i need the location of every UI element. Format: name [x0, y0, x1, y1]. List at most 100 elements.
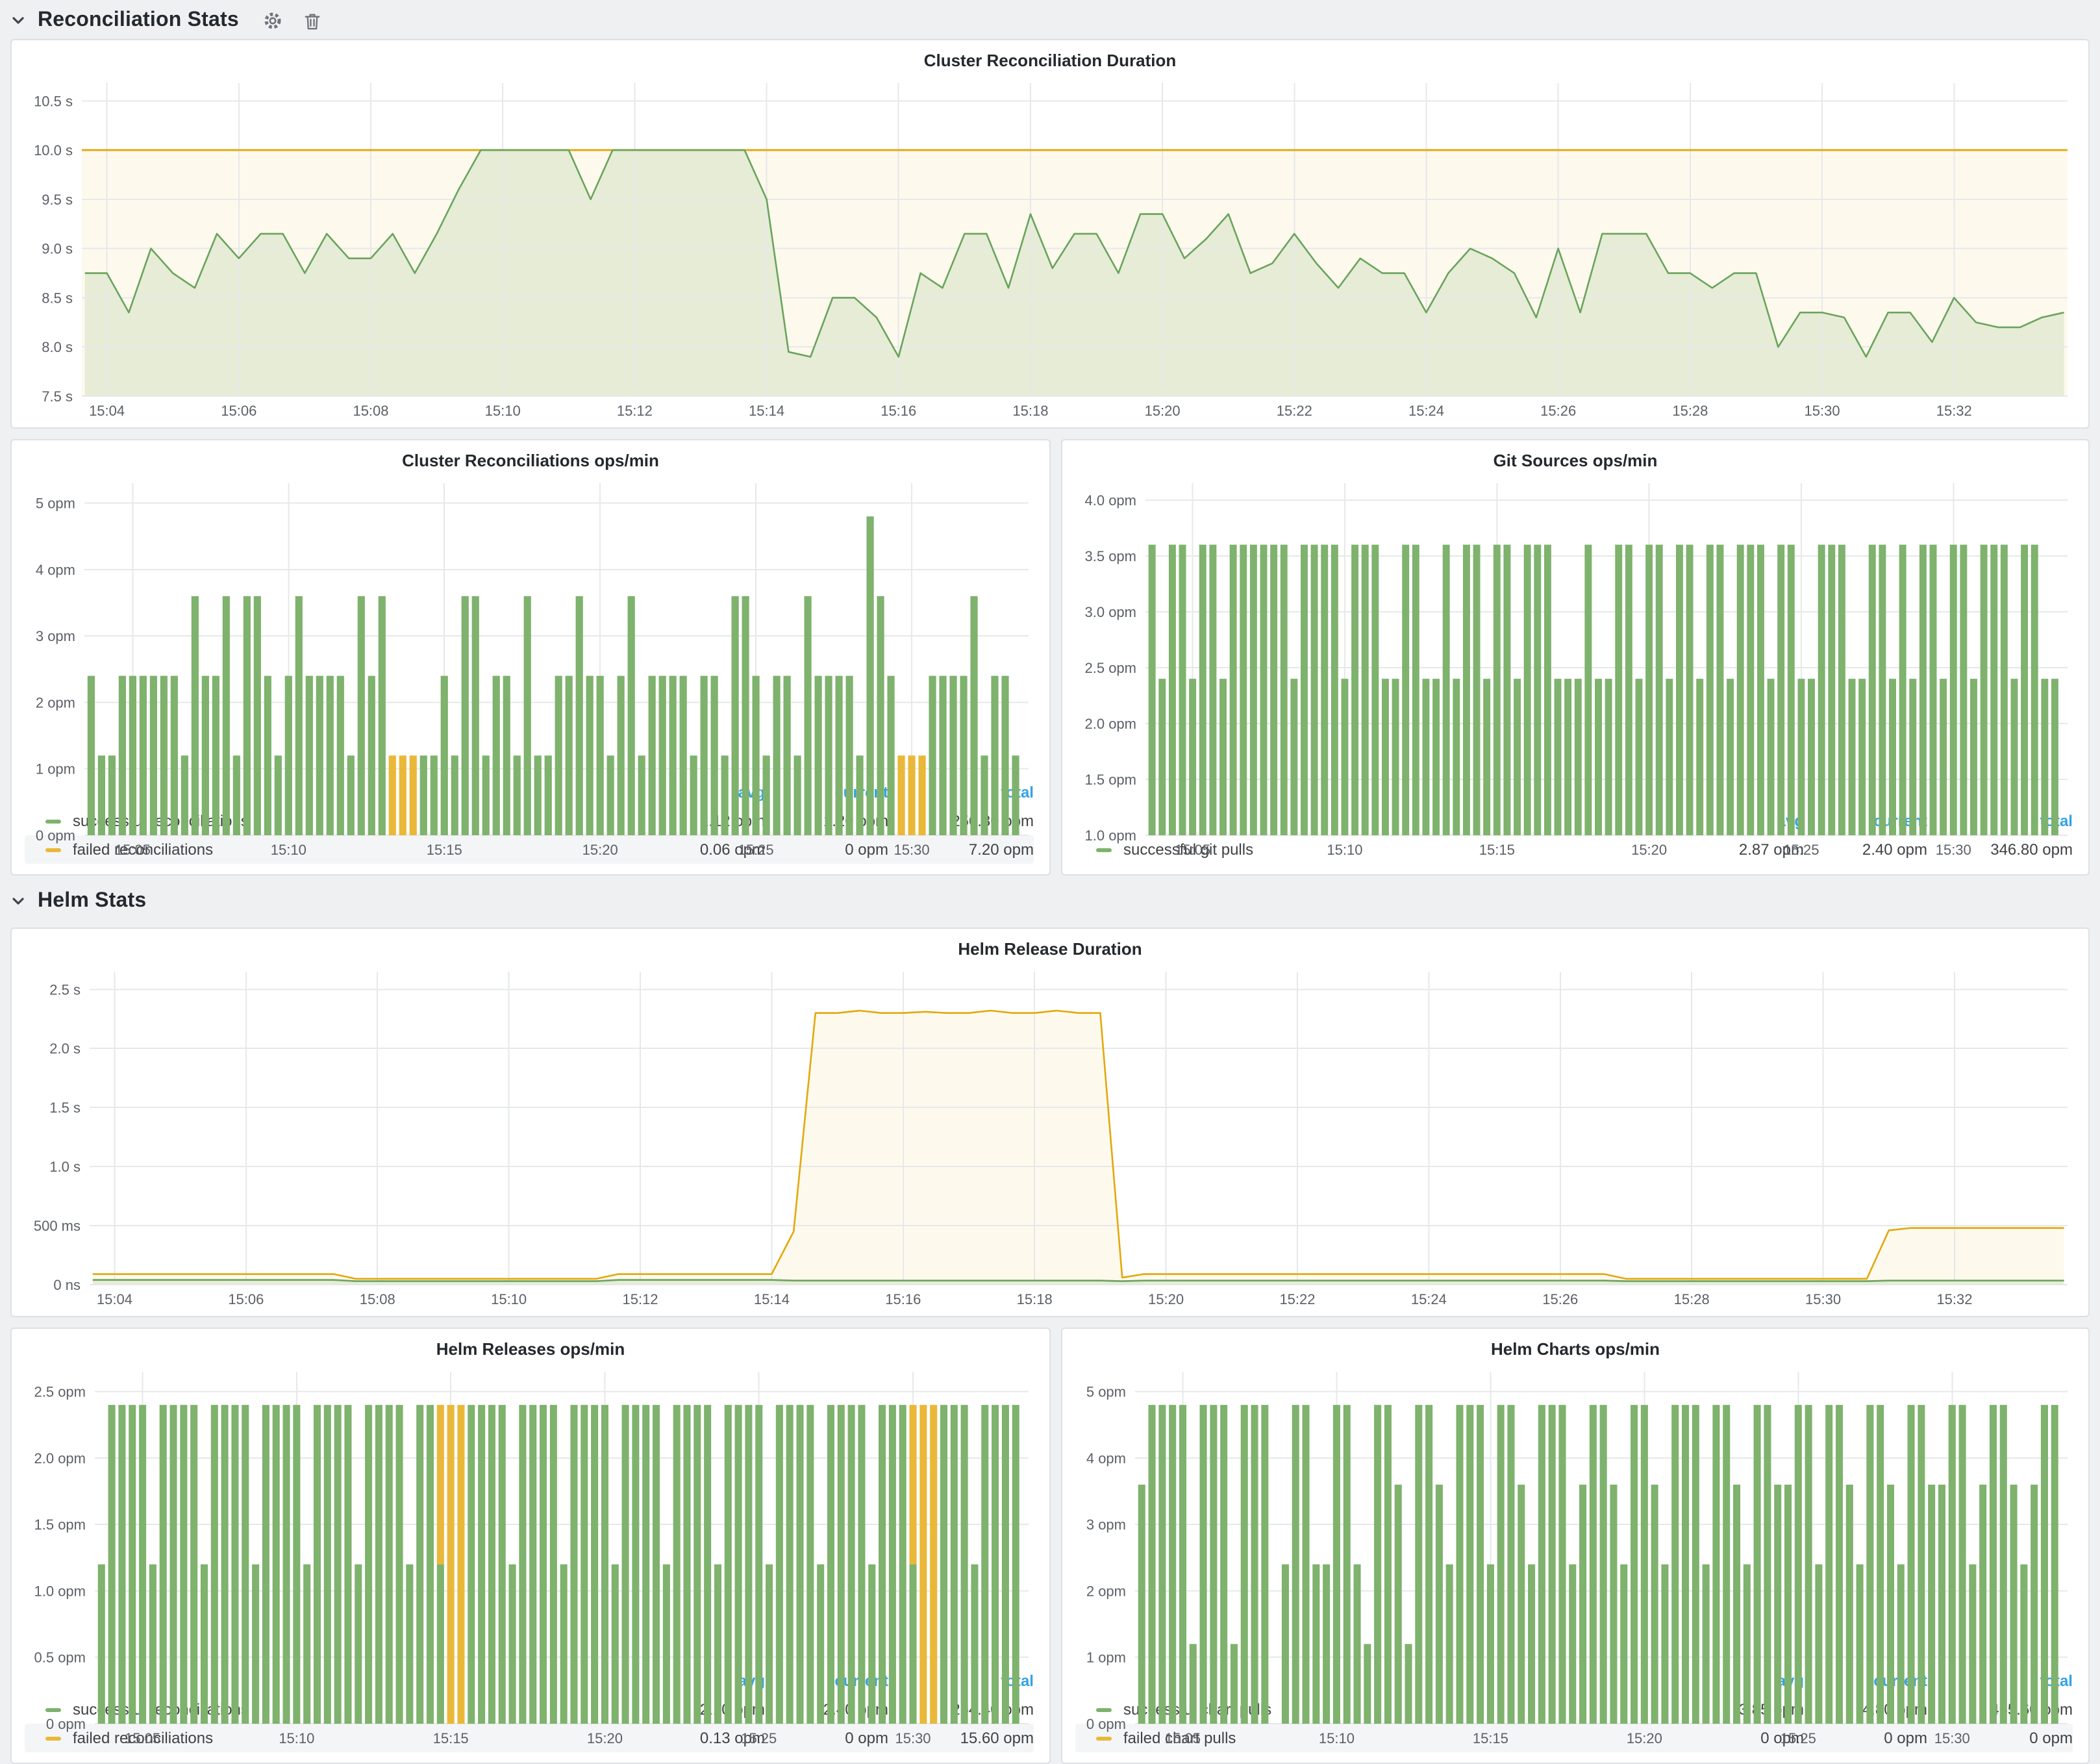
- panel-title[interactable]: Helm Charts ops/min: [1073, 1334, 2078, 1365]
- svg-text:9.0 s: 9.0 s: [42, 241, 73, 257]
- panel-title[interactable]: Helm Releases ops/min: [22, 1334, 1039, 1365]
- svg-text:4 opm: 4 opm: [36, 562, 75, 578]
- svg-text:0 ns: 0 ns: [53, 1277, 81, 1293]
- svg-text:15:20: 15:20: [1145, 403, 1181, 419]
- svg-text:15:22: 15:22: [1279, 1291, 1315, 1307]
- svg-text:7.5 s: 7.5 s: [42, 388, 73, 405]
- svg-text:15:20: 15:20: [1631, 842, 1667, 858]
- svg-text:15:05: 15:05: [1175, 842, 1210, 858]
- svg-text:2 opm: 2 opm: [36, 694, 75, 711]
- svg-text:15:22: 15:22: [1277, 403, 1312, 419]
- svg-text:1 opm: 1 opm: [36, 761, 75, 777]
- svg-text:15:25: 15:25: [741, 1730, 777, 1746]
- svg-text:8.0 s: 8.0 s: [42, 339, 73, 355]
- svg-text:500 ms: 500 ms: [34, 1218, 81, 1234]
- svg-text:15:10: 15:10: [491, 1291, 527, 1307]
- svg-text:15:32: 15:32: [1936, 403, 1972, 419]
- panel-title[interactable]: Git Sources ops/min: [1073, 446, 2078, 477]
- git-sources-plot[interactable]: 1.0 opm1.5 opm2.0 opm2.5 opm3.0 opm3.5 o…: [1073, 477, 2078, 804]
- svg-text:15:10: 15:10: [1327, 842, 1362, 858]
- svg-text:4.0 opm: 4.0 opm: [1085, 492, 1137, 509]
- svg-text:9.5 s: 9.5 s: [42, 192, 73, 208]
- svg-text:15:12: 15:12: [622, 1291, 658, 1307]
- svg-text:15:28: 15:28: [1672, 403, 1708, 419]
- panel-title[interactable]: Helm Release Duration: [22, 934, 2078, 965]
- svg-text:15:18: 15:18: [1017, 1291, 1053, 1307]
- svg-text:15:15: 15:15: [1479, 842, 1515, 858]
- svg-text:15:20: 15:20: [582, 842, 618, 858]
- panel-title[interactable]: Cluster Reconciliations ops/min: [22, 446, 1039, 477]
- svg-text:0 opm: 0 opm: [46, 1716, 86, 1732]
- svg-text:15:14: 15:14: [749, 403, 784, 419]
- trash-icon[interactable]: [303, 11, 322, 31]
- svg-text:15:08: 15:08: [353, 403, 388, 419]
- svg-text:15:26: 15:26: [1542, 1291, 1578, 1307]
- gear-icon[interactable]: [262, 10, 283, 31]
- svg-text:15:30: 15:30: [1934, 1730, 1970, 1746]
- svg-text:3 opm: 3 opm: [1086, 1517, 1126, 1533]
- svg-text:10.5 s: 10.5 s: [34, 93, 73, 109]
- svg-text:15:08: 15:08: [360, 1291, 395, 1307]
- helm-release-duration-plot[interactable]: 0 ns500 ms1.0 s1.5 s2.0 s2.5 s15:0415:06…: [22, 965, 2078, 1311]
- svg-text:15:20: 15:20: [587, 1730, 623, 1746]
- svg-text:1.5 opm: 1.5 opm: [34, 1517, 86, 1533]
- svg-text:3.0 opm: 3.0 opm: [1085, 604, 1137, 620]
- panel-title[interactable]: Cluster Reconciliation Duration: [22, 45, 2078, 77]
- svg-text:15:15: 15:15: [427, 842, 462, 858]
- panel-helm-charts-opm: Helm Charts ops/min 0 opm1 opm2 opm3 opm…: [1061, 1328, 2090, 1764]
- svg-text:15:04: 15:04: [97, 1291, 132, 1307]
- svg-text:15:04: 15:04: [89, 403, 125, 419]
- svg-text:15:24: 15:24: [1411, 1291, 1447, 1307]
- chart-svg: 0 opm1 opm2 opm3 opm4 opm5 opm15:0515:10…: [1073, 1365, 2078, 1750]
- svg-text:2.0 s: 2.0 s: [49, 1040, 81, 1057]
- svg-text:1.0 opm: 1.0 opm: [1085, 827, 1137, 844]
- svg-text:15:15: 15:15: [433, 1730, 469, 1746]
- cluster-reconciliations-plot[interactable]: 0 opm1 opm2 opm3 opm4 opm5 opm15:0515:10…: [22, 477, 1039, 775]
- panel-helm-release-duration: Helm Release Duration 0 ns500 ms1.0 s1.5…: [10, 927, 2090, 1317]
- svg-text:15:16: 15:16: [885, 1291, 921, 1307]
- svg-text:15:30: 15:30: [894, 842, 930, 858]
- svg-text:15:10: 15:10: [279, 1730, 314, 1746]
- svg-text:10.0 s: 10.0 s: [34, 142, 73, 158]
- svg-text:15:16: 15:16: [881, 403, 916, 419]
- chart-svg: 0 opm0.5 opm1.0 opm1.5 opm2.0 opm2.5 opm…: [22, 1365, 1039, 1750]
- svg-text:2.5 s: 2.5 s: [49, 981, 81, 998]
- svg-text:2 opm: 2 opm: [1086, 1583, 1126, 1599]
- svg-text:15:28: 15:28: [1674, 1291, 1710, 1307]
- cluster-reconciliation-duration-plot[interactable]: 7.5 s 8.0 s 8.5 s 9.0 s 9.5 s 10.0 s 10.5 s 15:…: [22, 77, 2078, 422]
- svg-text:1.0 s: 1.0 s: [49, 1159, 81, 1175]
- svg-text:1 opm: 1 opm: [1086, 1650, 1126, 1666]
- panel-row-helm-opm: Helm Releases ops/min 0 opm0.5 opm1.0 op…: [10, 1328, 2090, 1764]
- svg-text:2.0 opm: 2.0 opm: [34, 1450, 86, 1467]
- panel-git-sources-opm: Git Sources ops/min 1.0 opm 1.5 opm 2.0 op…: [1061, 439, 2090, 876]
- svg-text:0.5 opm: 0.5 opm: [34, 1650, 86, 1666]
- helm-releases-plot[interactable]: 0 opm0.5 opm1.0 opm1.5 opm2.0 opm2.5 opm…: [22, 1365, 1039, 1664]
- svg-text:8.5 s: 8.5 s: [42, 290, 73, 306]
- svg-text:1.5 opm: 1.5 opm: [1085, 772, 1137, 788]
- svg-text:2.5 opm: 2.5 opm: [34, 1384, 86, 1400]
- section-title: Helm Stats: [38, 890, 146, 913]
- svg-text:15:20: 15:20: [1148, 1291, 1184, 1307]
- panel-cluster-reconciliations-opm: Cluster Reconciliations ops/min 0 opm1 o…: [10, 439, 1051, 876]
- chevron-down-icon[interactable]: [10, 894, 26, 909]
- svg-text:15:10: 15:10: [485, 403, 521, 419]
- row-header-helm-stats[interactable]: Helm Stats: [10, 876, 2090, 927]
- chevron-down-icon[interactable]: [10, 13, 26, 29]
- svg-text:4 opm: 4 opm: [1086, 1450, 1126, 1467]
- svg-text:15:30: 15:30: [1936, 842, 1971, 858]
- grafana-dashboard: Reconciliation Stats Cluster Reconciliat…: [0, 0, 2100, 1764]
- svg-text:15:05: 15:05: [115, 842, 151, 858]
- svg-text:15:12: 15:12: [617, 403, 653, 419]
- svg-text:15:20: 15:20: [1627, 1730, 1662, 1746]
- svg-text:15:10: 15:10: [1319, 1730, 1355, 1746]
- row-header-reconciliation-stats[interactable]: Reconciliation Stats: [10, 3, 2090, 39]
- svg-text:2.5 opm: 2.5 opm: [1085, 660, 1137, 676]
- svg-text:2.0 opm: 2.0 opm: [1085, 716, 1137, 732]
- svg-text:15:25: 15:25: [1783, 842, 1819, 858]
- helm-charts-plot[interactable]: 0 opm1 opm2 opm3 opm4 opm5 opm15:0515:10…: [1073, 1365, 2078, 1664]
- svg-text:15:06: 15:06: [221, 403, 256, 419]
- svg-text:15:10: 15:10: [271, 842, 306, 858]
- panel-cluster-reconciliation-duration: Cluster Reconciliation Duration 7.5 s 8.0…: [10, 39, 2090, 429]
- svg-text:5 opm: 5 opm: [1086, 1384, 1126, 1400]
- svg-text:15:25: 15:25: [738, 842, 774, 858]
